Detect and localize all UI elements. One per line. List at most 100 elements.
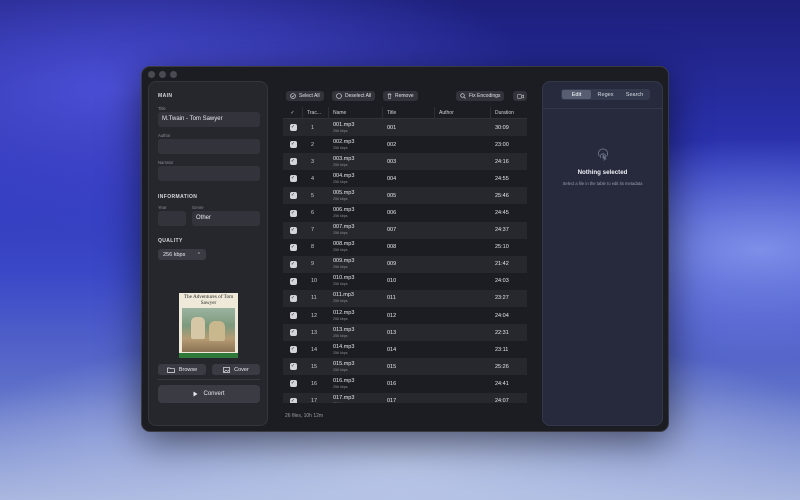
cover-band — [179, 353, 238, 358]
row-checkbox-cell: ✓ — [283, 380, 303, 388]
row-checkbox[interactable]: ✓ — [289, 192, 297, 200]
header-name[interactable]: Name — [329, 107, 383, 119]
genre-field[interactable]: Other — [192, 211, 260, 226]
checkmark-icon: ✓ — [290, 141, 296, 148]
row-checkbox-cell: ✓ — [283, 158, 303, 166]
table-row[interactable]: ✓ 8 008.mp3 256 kbps 008 25:10 — [283, 238, 527, 256]
select-all-button[interactable]: Select All — [286, 91, 324, 101]
row-checkbox[interactable]: ✓ — [289, 312, 297, 320]
row-checkbox[interactable]: ✓ — [289, 175, 297, 183]
row-checkbox[interactable]: ✓ — [289, 277, 297, 285]
row-checkbox[interactable]: ✓ — [289, 158, 297, 166]
header-check[interactable]: ✓ — [283, 107, 303, 119]
table-row[interactable]: ✓ 1 001.mp3 256 kbps 001 30:09 — [283, 119, 527, 137]
title-cell: 001 — [387, 124, 397, 131]
file-bitrate: 256 kbps — [333, 231, 348, 236]
duration-cell: 23:27 — [495, 295, 509, 302]
row-checkbox[interactable]: ✓ — [289, 346, 297, 354]
deselect-all-button[interactable]: Deselect All — [332, 91, 376, 101]
file-list-panel: Select All Deselect All Remove Fix Encod… — [277, 81, 533, 426]
tab-edit[interactable]: Edit — [562, 90, 591, 99]
header-title[interactable]: Title — [383, 107, 435, 119]
narrator-field[interactable] — [158, 166, 260, 181]
folder-icon — [166, 367, 175, 373]
duration-cell: 25:26 — [495, 363, 509, 370]
table-row[interactable]: ✓ 12 012.mp3 256 kbps 012 24:04 — [283, 307, 527, 325]
close-window-button[interactable] — [148, 71, 155, 78]
row-checkbox[interactable]: ✓ — [289, 243, 297, 251]
title-cell: 012 — [387, 312, 397, 319]
title-cell: 003 — [387, 158, 397, 165]
title-field[interactable]: M.Twain - Tom Sawyer — [158, 112, 260, 127]
table-row[interactable]: ✓ 10 010.mp3 256 kbps 010 24:03 — [283, 272, 527, 290]
row-checkbox[interactable]: ✓ — [289, 209, 297, 217]
file-bitrate: 256 kbps — [333, 282, 348, 287]
table-row[interactable]: ✓ 5 005.mp3 256 kbps 005 25:46 — [283, 187, 527, 205]
checkmark-icon: ✓ — [290, 192, 296, 199]
row-checkbox[interactable]: ✓ — [289, 124, 297, 132]
chevron-updown-icon: ⌃ — [196, 251, 201, 258]
table-row[interactable]: ✓ 14 014.mp3 256 kbps 014 23:11 — [283, 341, 527, 359]
row-checkbox[interactable]: ✓ — [289, 363, 297, 371]
table-row[interactable]: ✓ 7 007.mp3 256 kbps 007 24:37 — [283, 221, 527, 239]
title-cell: 009 — [387, 261, 397, 268]
file-bitrate: 256 kbps — [333, 384, 348, 389]
divider — [158, 379, 260, 380]
table-row[interactable]: ✓ 9 009.mp3 256 kbps 009 21:42 — [283, 255, 527, 273]
year-field[interactable] — [158, 211, 186, 226]
file-bitrate: 256 kbps — [333, 145, 348, 150]
app-window: MAIN Title M.Twain - Tom Sawyer Author N… — [141, 66, 669, 432]
row-checkbox[interactable]: ✓ — [289, 260, 297, 268]
table-row[interactable]: ✓ 17 017.mp3256 kbps 017 24:07 — [283, 392, 527, 403]
table-row[interactable]: ✓ 3 003.mp3 256 kbps 003 24:16 — [283, 153, 527, 171]
convert-button[interactable]: Convert — [158, 385, 260, 403]
minimize-window-button[interactable] — [159, 71, 166, 78]
fix-encodings-button[interactable]: Fix Encodings — [456, 91, 505, 101]
tab-regex[interactable]: Regex — [591, 90, 620, 99]
title-cell: 007 — [387, 227, 397, 234]
header-duration[interactable]: Duration — [491, 107, 527, 119]
name-cell: 004.mp3 256 kbps — [329, 173, 383, 185]
file-table: ✓ Trac... Name Title Author Duration ✓ 1 0… — [283, 107, 527, 403]
track-cell: 3 — [311, 158, 315, 165]
title-cell: 002 — [387, 141, 397, 148]
table-row[interactable]: ✓ 11 011.mp3 256 kbps 011 23:27 — [283, 289, 527, 308]
table-row[interactable]: ✓ 4 004.mp3 256 kbps 004 24:55 — [283, 170, 527, 188]
title-cell: 014 — [387, 346, 397, 353]
name-cell: 017.mp3256 kbps — [329, 395, 383, 403]
row-checkbox[interactable]: ✓ — [289, 141, 297, 149]
row-checkbox-cell: ✓ — [283, 294, 303, 302]
file-bitrate: 256 kbps — [333, 248, 348, 253]
track-cell: 9 — [311, 261, 315, 268]
file-bitrate: 256 kbps — [333, 179, 348, 184]
header-track[interactable]: Trac... — [303, 107, 329, 119]
duration-cell: 23:11 — [495, 346, 509, 353]
file-bitrate: 256 kbps — [333, 128, 348, 133]
row-checkbox-cell: ✓ — [283, 346, 303, 354]
duration-cell: 25:10 — [495, 244, 509, 251]
remove-label: Remove — [395, 93, 414, 99]
convert-label: Convert — [203, 391, 225, 397]
video-button[interactable] — [513, 91, 527, 101]
table-row[interactable]: ✓ 15 015.mp3 256 kbps 015 25:26 — [283, 358, 527, 376]
cover-button[interactable]: Cover — [212, 364, 260, 375]
table-row[interactable]: ✓ 13 013.mp3 256 kbps 013 22:31 — [283, 324, 527, 342]
quality-select[interactable]: 256 kbps ⌃ — [158, 249, 206, 260]
row-checkbox[interactable]: ✓ — [289, 294, 297, 302]
remove-button[interactable]: Remove — [383, 91, 418, 101]
file-bitrate: 256 kbps — [333, 401, 383, 403]
author-field[interactable] — [158, 139, 260, 154]
header-author[interactable]: Author — [435, 107, 491, 119]
tab-search[interactable]: Search — [620, 90, 649, 99]
zoom-window-button[interactable] — [170, 71, 177, 78]
track-cell: 4 — [311, 175, 315, 182]
row-checkbox[interactable]: ✓ — [289, 329, 297, 337]
row-checkbox[interactable]: ✓ — [289, 397, 297, 403]
browse-button[interactable]: Browse — [158, 364, 206, 375]
file-bitrate: 256 kbps — [333, 214, 348, 219]
table-row[interactable]: ✓ 16 016.mp3 256 kbps 016 24:41 — [283, 375, 527, 393]
row-checkbox[interactable]: ✓ — [289, 380, 297, 388]
table-row[interactable]: ✓ 6 006.mp3 256 kbps 006 24:45 — [283, 204, 527, 222]
row-checkbox[interactable]: ✓ — [289, 226, 297, 234]
table-row[interactable]: ✓ 2 002.mp3 256 kbps 002 23:00 — [283, 136, 527, 154]
